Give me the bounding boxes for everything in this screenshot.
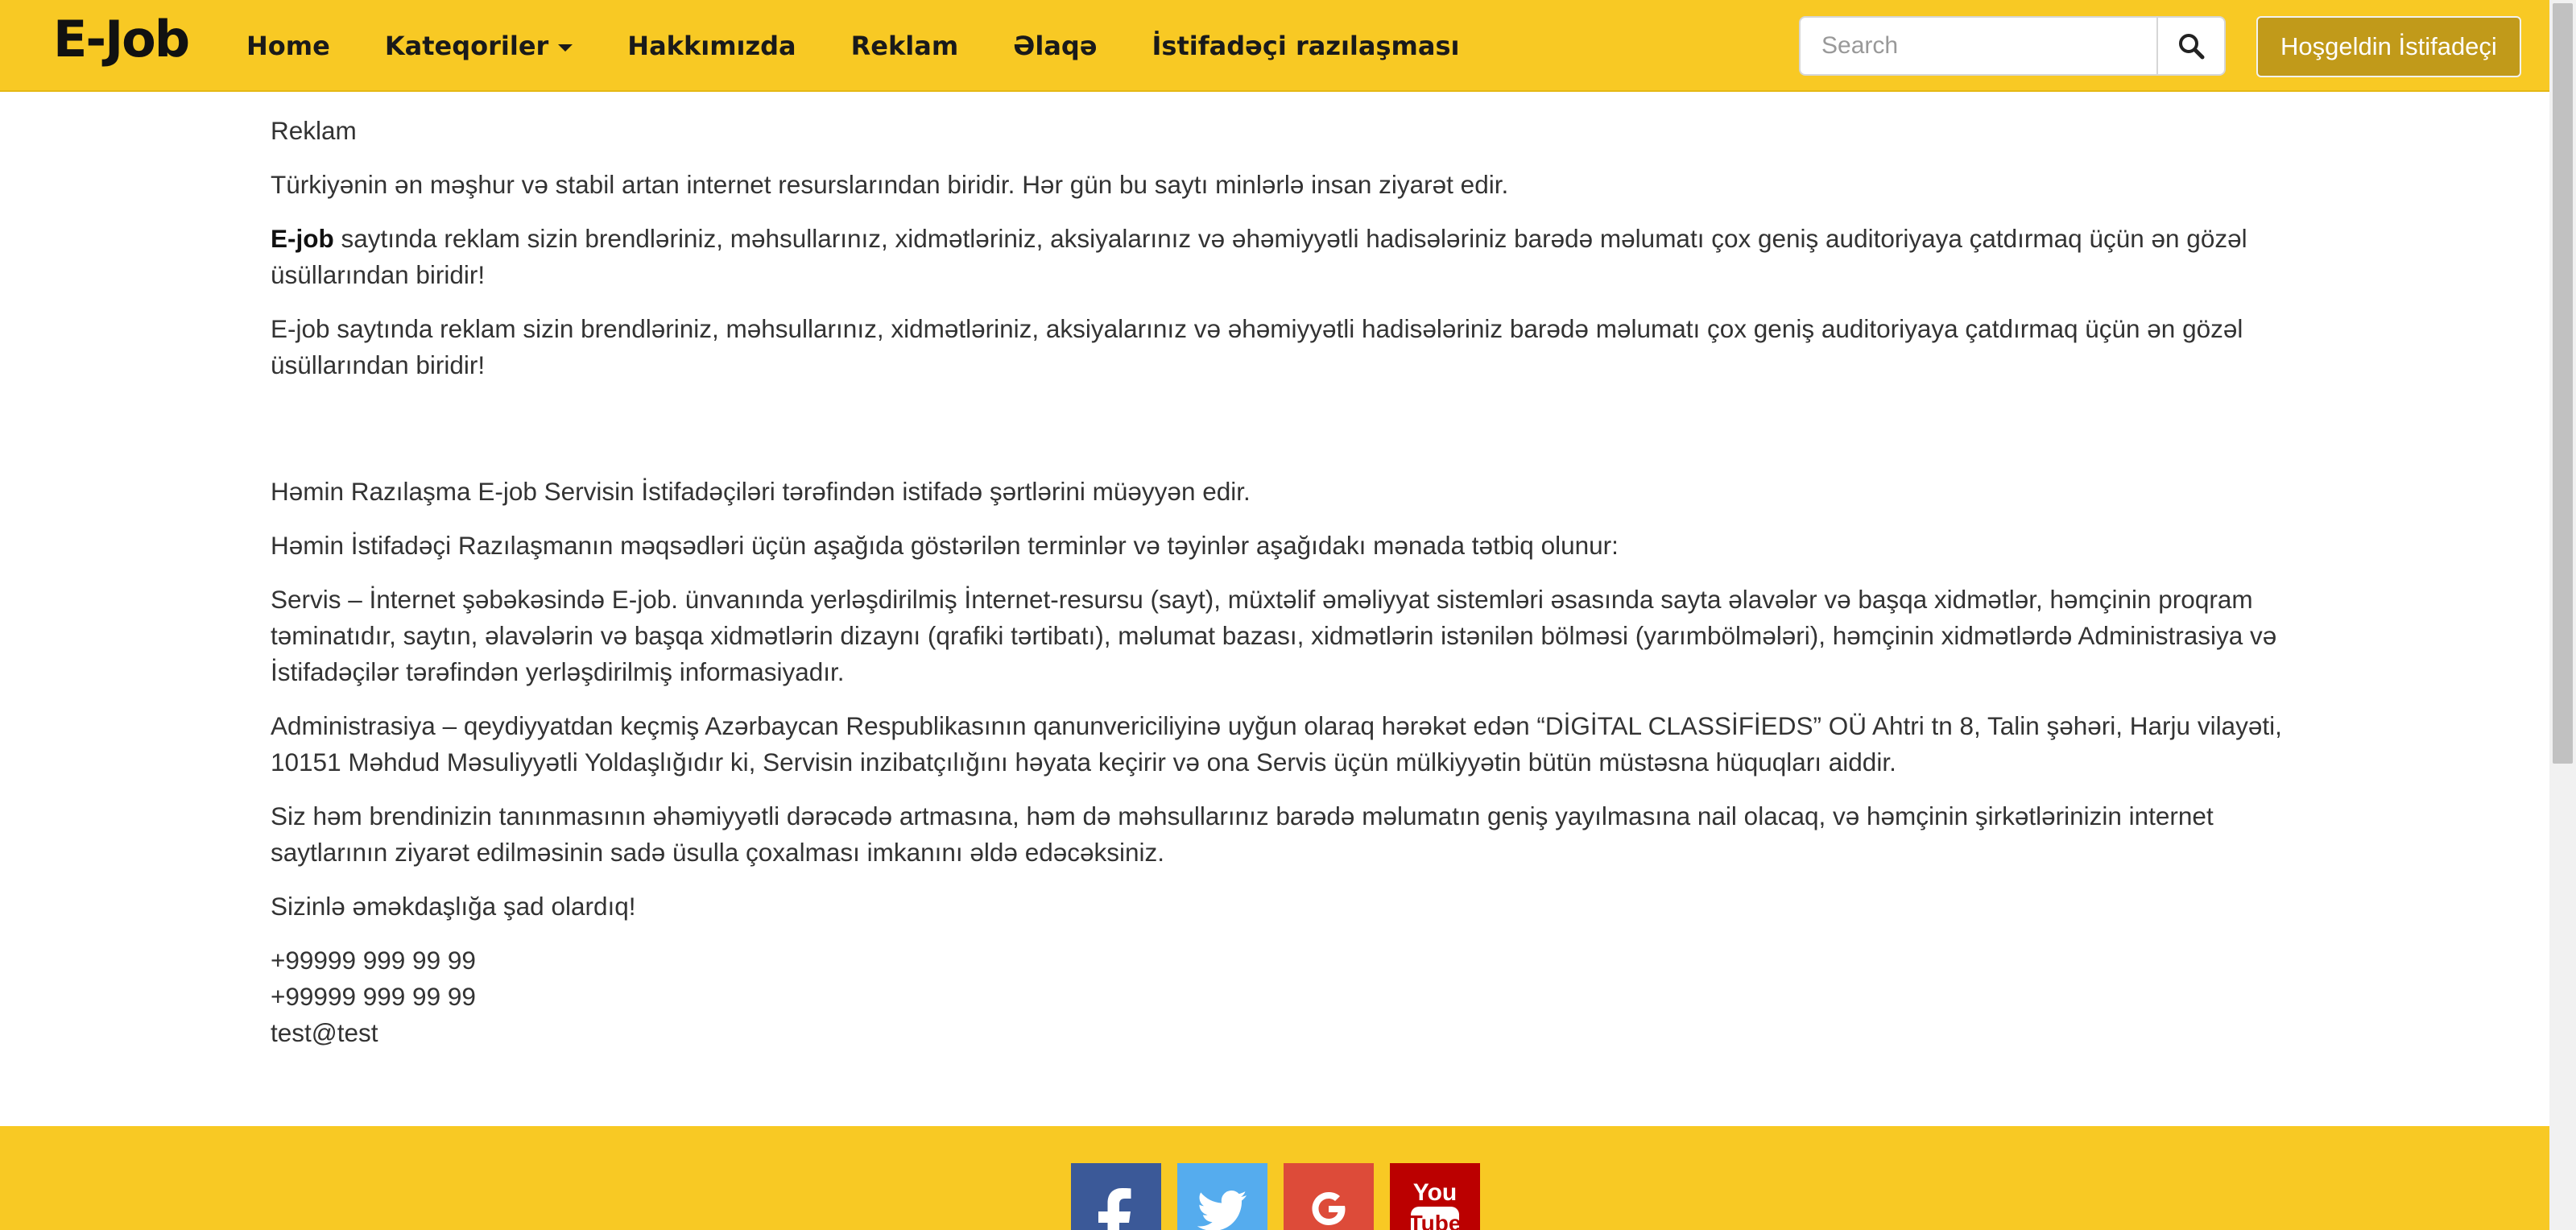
contact-info: +99999 999 99 99 +99999 999 99 99 test@t…	[271, 942, 2284, 1051]
ad-paragraph-2: E-job saytında reklam sizin brendləriniz…	[271, 314, 2243, 379]
nav-advertising-label: Reklam	[850, 31, 959, 61]
google-icon	[1312, 1192, 1346, 1225]
nav-categories-dropdown[interactable]: Kateqoriler	[358, 0, 600, 92]
vertical-scrollbar[interactable]	[2549, 0, 2576, 1230]
youtube-button[interactable]: You Tube	[1390, 1163, 1480, 1230]
scrollbar-thumb[interactable]	[2553, 3, 2573, 764]
nav-contact-label: Əlaqə	[1013, 31, 1098, 61]
nav-about-label: Hakkımızda	[627, 31, 796, 61]
twitter-icon	[1197, 1191, 1247, 1230]
welcome-user-label: Hoşgeldin İstifadeçi	[2280, 32, 2497, 60]
welcome-user-button[interactable]: Hoşgeldin İstifadeçi	[2256, 16, 2521, 77]
contact-email: test@test	[271, 1018, 378, 1047]
nav-contact[interactable]: Əlaqə	[986, 0, 1124, 92]
page-title: Reklam	[271, 116, 357, 145]
benefits-paragraph: Siz həm brendinizin tanınmasının əhəmiyy…	[271, 801, 2214, 867]
main-content: Reklam Türkiyənin ən məşhur və stabil ar…	[271, 113, 2284, 1051]
caret-down-icon	[558, 43, 573, 52]
svg-text:Tube: Tube	[1409, 1211, 1462, 1230]
nav-categories-label: Kateqoriler	[384, 31, 549, 61]
phone-number-1: +99999 999 99 99	[271, 946, 476, 975]
agreement-paragraph: Həmin Razılaşma E-job Servisin İstifadəç…	[271, 477, 1251, 506]
facebook-icon	[1098, 1188, 1131, 1230]
brand-logo[interactable]: E-Job	[53, 11, 190, 68]
top-navbar: E-Job Home Kateqoriler Hakkımızda Reklam…	[0, 0, 2549, 92]
nav-about[interactable]: Hakkımızda	[600, 0, 823, 92]
search-input[interactable]	[1799, 16, 2156, 76]
nav-user-agreement-label: İstifadəçi razılaşması	[1152, 31, 1460, 61]
footer: You Tube	[0, 1126, 2549, 1230]
nav-home[interactable]: Home	[219, 0, 358, 92]
search-group	[1799, 16, 2226, 76]
service-definition: Servis – İnternet şəbəkəsində E-job. ünv…	[271, 585, 2277, 686]
terms-paragraph: Həmin İstifadəçi Razılaşmanın məqsədləri…	[271, 531, 1619, 560]
search-icon	[2179, 34, 2205, 60]
page: E-Job Home Kateqoriler Hakkımızda Reklam…	[0, 0, 2576, 1230]
closing-paragraph: Sizinlə əməkdaşlığa şad olardıq!	[271, 892, 636, 921]
twitter-button[interactable]	[1177, 1163, 1267, 1230]
administration-definition: Administrasiya – qeydiyyatdan keçmiş Azə…	[271, 711, 2282, 777]
youtube-icon: You Tube	[1409, 1179, 1462, 1230]
nav-user-agreement[interactable]: İstifadəçi razılaşması	[1125, 0, 1487, 92]
ad-paragraph-brand: E-job	[271, 224, 334, 253]
google-button[interactable]	[1284, 1163, 1374, 1230]
svg-text:You: You	[1413, 1179, 1457, 1206]
phone-number-2: +99999 999 99 99	[271, 982, 476, 1011]
ad-paragraph-1-text: saytında reklam sizin brendləriniz, məhs…	[271, 224, 2247, 289]
ad-paragraph-1: E-job saytında reklam sizin brendləriniz…	[271, 221, 2284, 293]
facebook-button[interactable]	[1071, 1163, 1161, 1230]
nav-links: Home Kateqoriler Hakkımızda Reklam Əlaqə…	[219, 0, 1486, 92]
nav-home-label: Home	[246, 31, 330, 61]
intro-paragraph: Türkiyənin ən məşhur və stabil artan int…	[271, 170, 1509, 199]
search-button[interactable]	[2156, 16, 2226, 76]
nav-advertising[interactable]: Reklam	[824, 0, 986, 92]
